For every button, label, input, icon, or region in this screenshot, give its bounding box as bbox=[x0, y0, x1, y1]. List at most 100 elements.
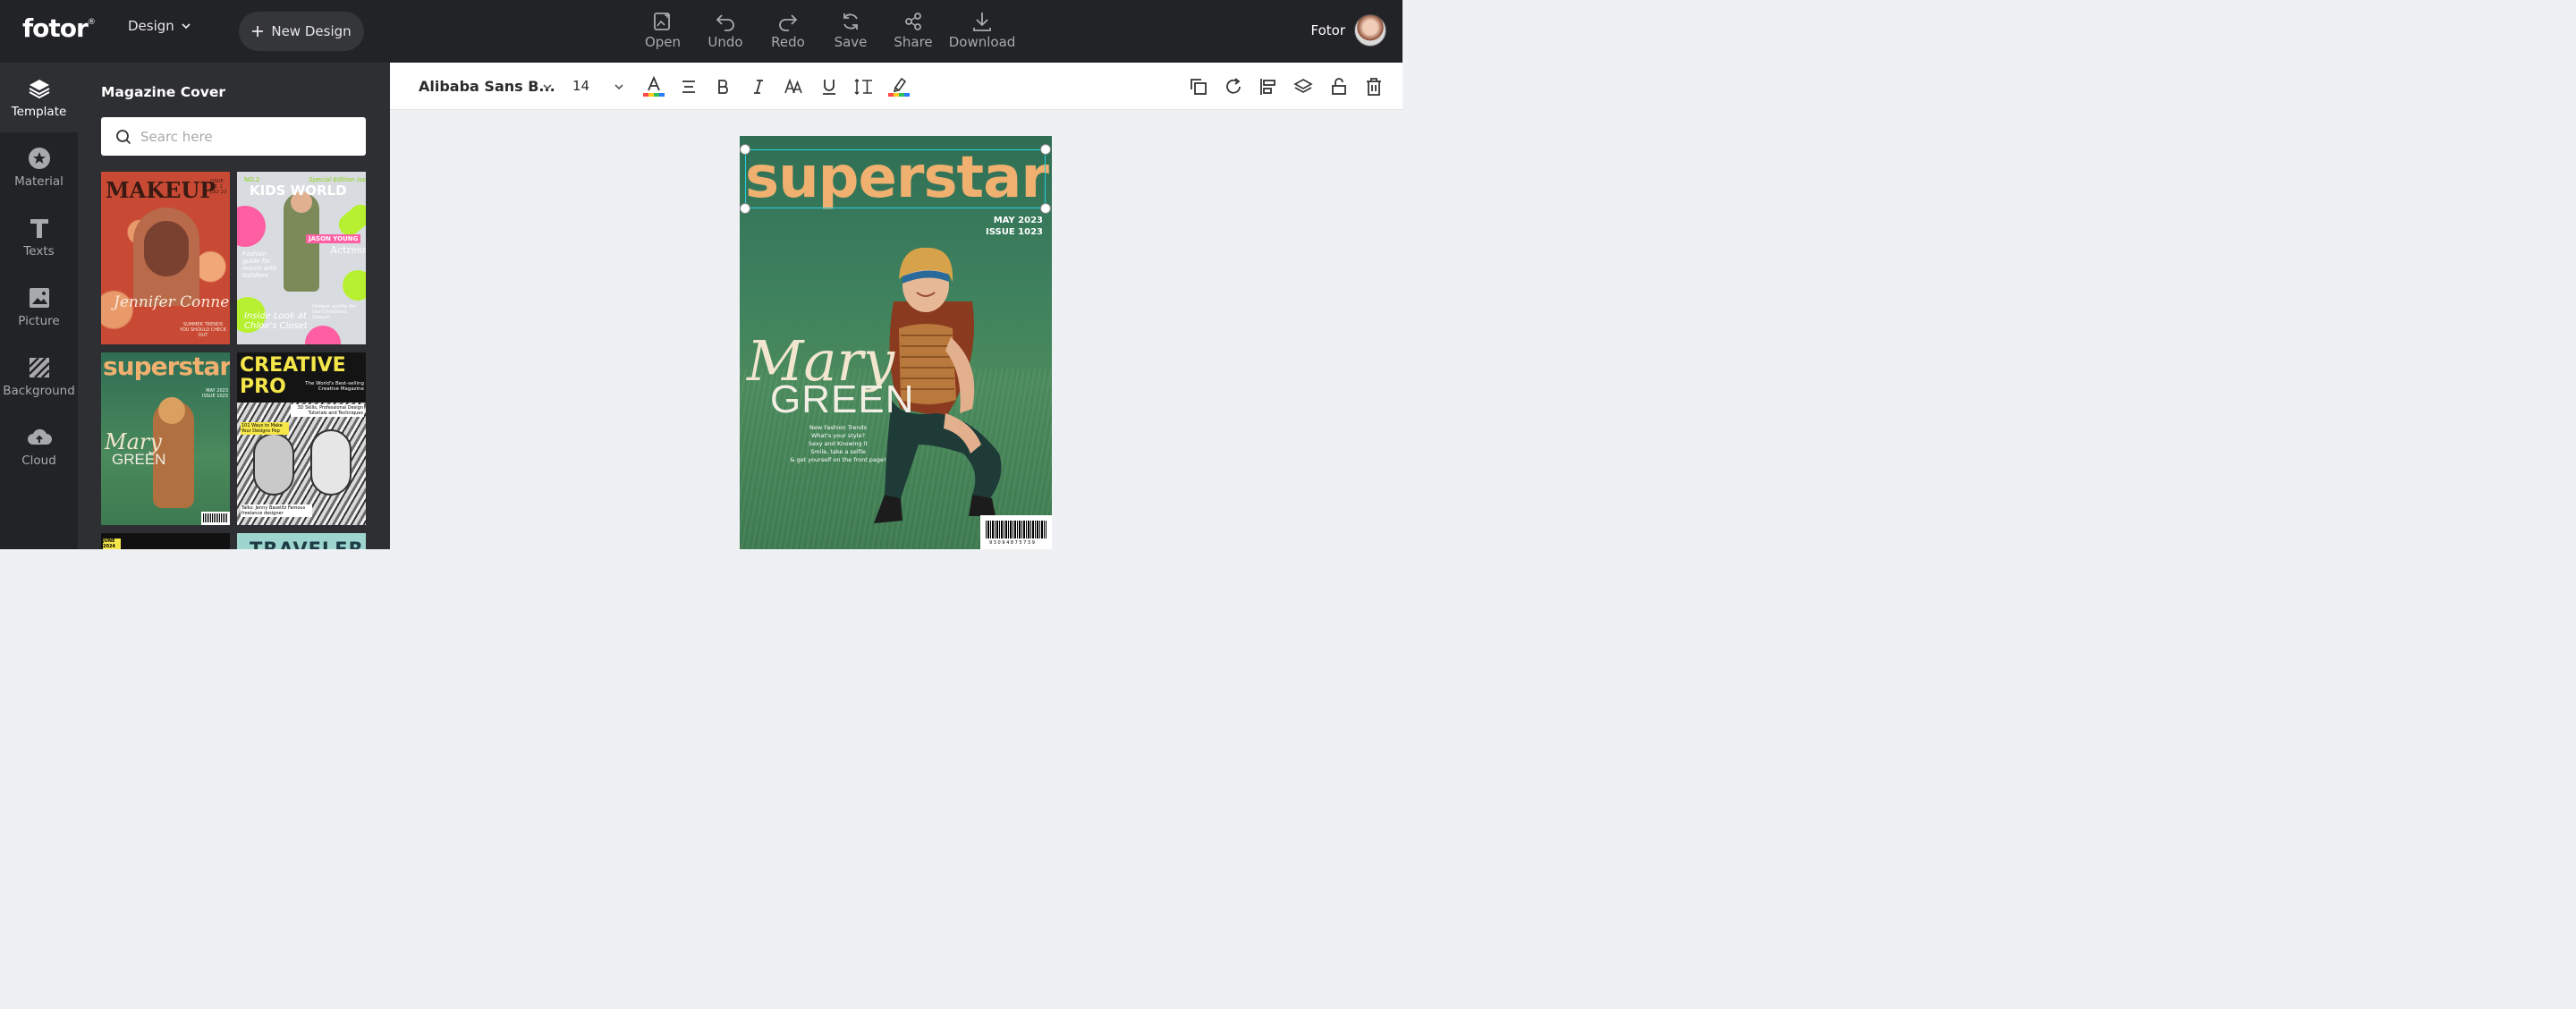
font-size-chevron-icon[interactable] bbox=[607, 75, 631, 98]
selection-box[interactable] bbox=[745, 149, 1046, 208]
fotor-logo[interactable]: fotor® bbox=[22, 13, 96, 43]
search-input[interactable] bbox=[140, 128, 346, 145]
share-button[interactable]: Share bbox=[882, 9, 945, 50]
creative-tag: The World's Best-selling Creative Magazi… bbox=[305, 381, 364, 392]
font-family-select[interactable]: Alibaba Sans B... bbox=[419, 78, 555, 95]
design-menu[interactable]: Design bbox=[128, 18, 192, 34]
trend-line: & get yourself on the front page! bbox=[790, 456, 886, 463]
trend-line: Smile, take a selfie bbox=[810, 448, 866, 455]
open-button[interactable]: Open bbox=[631, 9, 694, 50]
rail-label-cloud: Cloud bbox=[21, 453, 56, 468]
superstar-thumb-title: superstar bbox=[103, 352, 230, 381]
kids-caption: Inside Look at Chloe's Closet bbox=[244, 311, 308, 331]
cover-name-last[interactable]: GREEN bbox=[770, 377, 914, 422]
rail-item-material[interactable]: Material bbox=[0, 132, 78, 202]
share-icon bbox=[905, 13, 921, 30]
resize-handle-top-left[interactable] bbox=[740, 144, 750, 155]
kids-number: NO.2 bbox=[244, 176, 260, 183]
kids-name: JASON YOUNG bbox=[306, 234, 361, 243]
cover-trends[interactable]: New Fashion Trends What's your style? Se… bbox=[775, 424, 901, 464]
line-spacing-icon[interactable] bbox=[852, 75, 876, 98]
download-button[interactable]: Download bbox=[945, 9, 1020, 50]
template-thumb-june[interactable]: JUNE 2024 bbox=[101, 533, 230, 549]
main-toolbar: Open Undo Redo Save Share Download bbox=[631, 9, 1020, 50]
magazine-cover[interactable]: superstar MAY 2023 ISSUE 1023 Mary GREEN… bbox=[740, 136, 1052, 549]
logo-text: fotor bbox=[22, 13, 89, 43]
makeup-note: SUMMER TRENDS YOU SHOULD CHECK OUT bbox=[180, 322, 226, 338]
user-menu[interactable]: Fotor bbox=[1311, 14, 1386, 47]
rail-item-texts[interactable]: Texts bbox=[0, 202, 78, 272]
template-panel: Magazine Cover MAKEUP ISSUE NO. 1 JULY 2… bbox=[78, 63, 390, 549]
layer-order-icon[interactable] bbox=[1292, 75, 1315, 98]
superstar-thumb-name2: GREEN bbox=[112, 451, 166, 468]
undo-icon bbox=[716, 14, 734, 31]
makeup-name: Jennifer Conner bbox=[114, 293, 230, 311]
align-left-object-icon[interactable] bbox=[1257, 75, 1280, 98]
download-label: Download bbox=[948, 34, 1016, 50]
rotate-icon[interactable] bbox=[1222, 75, 1245, 98]
cover-issue: MAY 2023 ISSUE 1023 bbox=[986, 215, 1043, 238]
template-thumb-makeup[interactable]: MAKEUP ISSUE NO. 1 JULY 23 Jennifer Conn… bbox=[101, 172, 230, 344]
kids-green-ball-2 bbox=[343, 270, 366, 301]
layers-icon bbox=[29, 79, 49, 98]
kids-title: KIDS WORLD bbox=[250, 182, 347, 199]
undo-label: Undo bbox=[708, 34, 743, 50]
kids-role: Actress bbox=[330, 244, 366, 256]
search-icon bbox=[116, 129, 131, 144]
new-design-button[interactable]: New Design bbox=[239, 12, 364, 51]
rail-item-background[interactable]: Background bbox=[0, 342, 78, 411]
bold-icon[interactable] bbox=[712, 75, 735, 98]
logo-mark: ® bbox=[87, 17, 96, 27]
redo-button[interactable]: Redo bbox=[757, 9, 819, 50]
design-canvas[interactable]: superstar MAY 2023 ISSUE 1023 Mary GREEN… bbox=[390, 110, 1402, 549]
highlight-color-icon[interactable] bbox=[887, 75, 911, 98]
kids-pink-shape bbox=[237, 206, 266, 247]
text-color-icon[interactable] bbox=[642, 75, 665, 98]
chevron-down-icon bbox=[182, 23, 191, 30]
makeup-issue: ISSUE NO. 1 JULY 23 bbox=[210, 179, 227, 195]
template-thumb-kids-world[interactable]: KIDS WORLD NO.2 Special Edition Issue JA… bbox=[237, 172, 366, 344]
save-button[interactable]: Save bbox=[819, 9, 882, 50]
avatar[interactable] bbox=[1354, 14, 1386, 47]
barcode-lines bbox=[986, 521, 1046, 538]
font-family-chevron-icon[interactable] bbox=[536, 75, 559, 98]
rail-item-template[interactable]: Template bbox=[0, 63, 78, 132]
underline-icon[interactable] bbox=[818, 75, 841, 98]
cloud-upload-icon bbox=[27, 428, 52, 445]
italic-icon[interactable] bbox=[747, 75, 770, 98]
cover-barcode[interactable]: 9 3 0 9 4 8 7 5 7 3 9 bbox=[980, 515, 1052, 549]
creative-face-2 bbox=[310, 429, 352, 496]
top-bar: fotor® Design New Design Open Undo Redo … bbox=[0, 0, 1402, 63]
rail-item-cloud[interactable]: Cloud bbox=[0, 411, 78, 481]
trend-line: What's your style? bbox=[810, 432, 866, 439]
resize-handle-bottom-right[interactable] bbox=[1040, 203, 1051, 214]
template-thumb-superstar[interactable]: superstar MAY 2023 ISSUE 1023 Mary GREEN bbox=[101, 352, 230, 525]
rail-label-picture: Picture bbox=[18, 313, 60, 328]
superstar-thumb-hat bbox=[158, 397, 185, 424]
resize-handle-bottom-left[interactable] bbox=[740, 203, 750, 214]
rail-label-template: Template bbox=[11, 104, 67, 119]
template-thumb-creative-pro[interactable]: CREATIVE PRO The World's Best-selling Cr… bbox=[237, 352, 366, 525]
text-t-icon bbox=[30, 218, 48, 238]
font-size-select[interactable]: 14 bbox=[572, 78, 589, 94]
panel-title: Magazine Cover bbox=[101, 84, 226, 100]
share-label: Share bbox=[894, 34, 933, 50]
rail-label-background: Background bbox=[3, 383, 75, 398]
star-circle-icon bbox=[28, 147, 50, 169]
open-image-icon bbox=[654, 13, 670, 30]
duplicate-icon[interactable] bbox=[1187, 75, 1210, 98]
superstar-thumb-barcode bbox=[201, 512, 230, 525]
template-thumb-traveler[interactable]: TRAVELER bbox=[237, 533, 366, 549]
resize-handle-top-right[interactable] bbox=[1040, 144, 1051, 155]
lock-icon[interactable] bbox=[1327, 75, 1351, 98]
rail-item-picture[interactable]: Picture bbox=[0, 272, 78, 342]
makeup-title: MAKEUP bbox=[106, 177, 216, 203]
sync-save-icon bbox=[843, 13, 858, 30]
align-center-icon[interactable] bbox=[677, 75, 700, 98]
delete-icon[interactable] bbox=[1362, 75, 1385, 98]
design-menu-label: Design bbox=[128, 18, 174, 34]
undo-button[interactable]: Undo bbox=[694, 9, 757, 50]
redo-icon bbox=[779, 14, 798, 31]
letter-case-icon[interactable] bbox=[782, 75, 805, 98]
background-pattern-icon bbox=[28, 356, 50, 378]
